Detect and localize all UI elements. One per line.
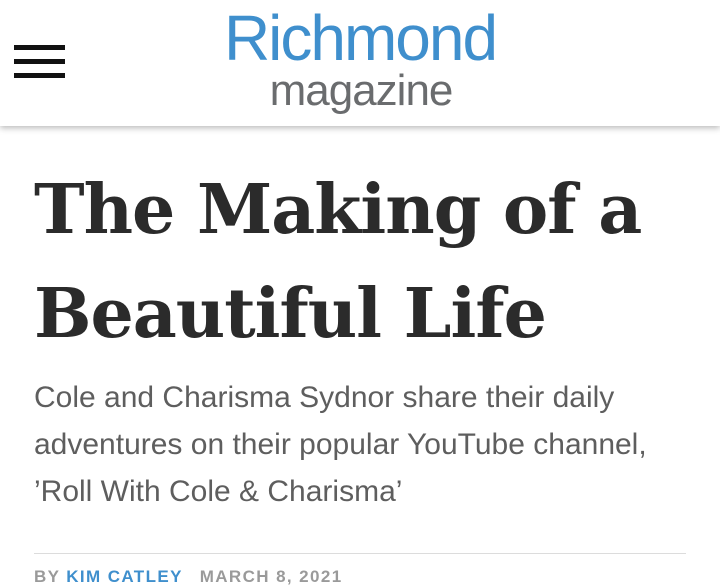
logo-title: Richmond xyxy=(223,2,498,74)
article-title: The Making of a Beautiful Life xyxy=(34,170,642,354)
publish-date: MARCH 8, 2021 xyxy=(199,567,343,586)
menu-bar xyxy=(14,59,65,64)
site-logo[interactable]: Richmond magazine xyxy=(205,3,515,115)
menu-bar xyxy=(14,45,65,50)
article-header: The Making of a Beautiful Life Cole and … xyxy=(34,126,688,587)
article-dek: Cole and Charisma Sydnor share their dai… xyxy=(34,381,647,508)
logo-subtitle: magazine xyxy=(269,66,454,115)
byline-prefix: BY xyxy=(34,567,61,586)
byline: BY KIM CATLEY MARCH 8, 2021 xyxy=(34,566,688,587)
site-header: Richmond magazine xyxy=(0,0,720,126)
divider xyxy=(34,553,686,554)
author-link[interactable]: KIM CATLEY xyxy=(66,567,182,586)
hamburger-menu-icon[interactable] xyxy=(14,45,66,81)
menu-bar xyxy=(14,73,65,78)
